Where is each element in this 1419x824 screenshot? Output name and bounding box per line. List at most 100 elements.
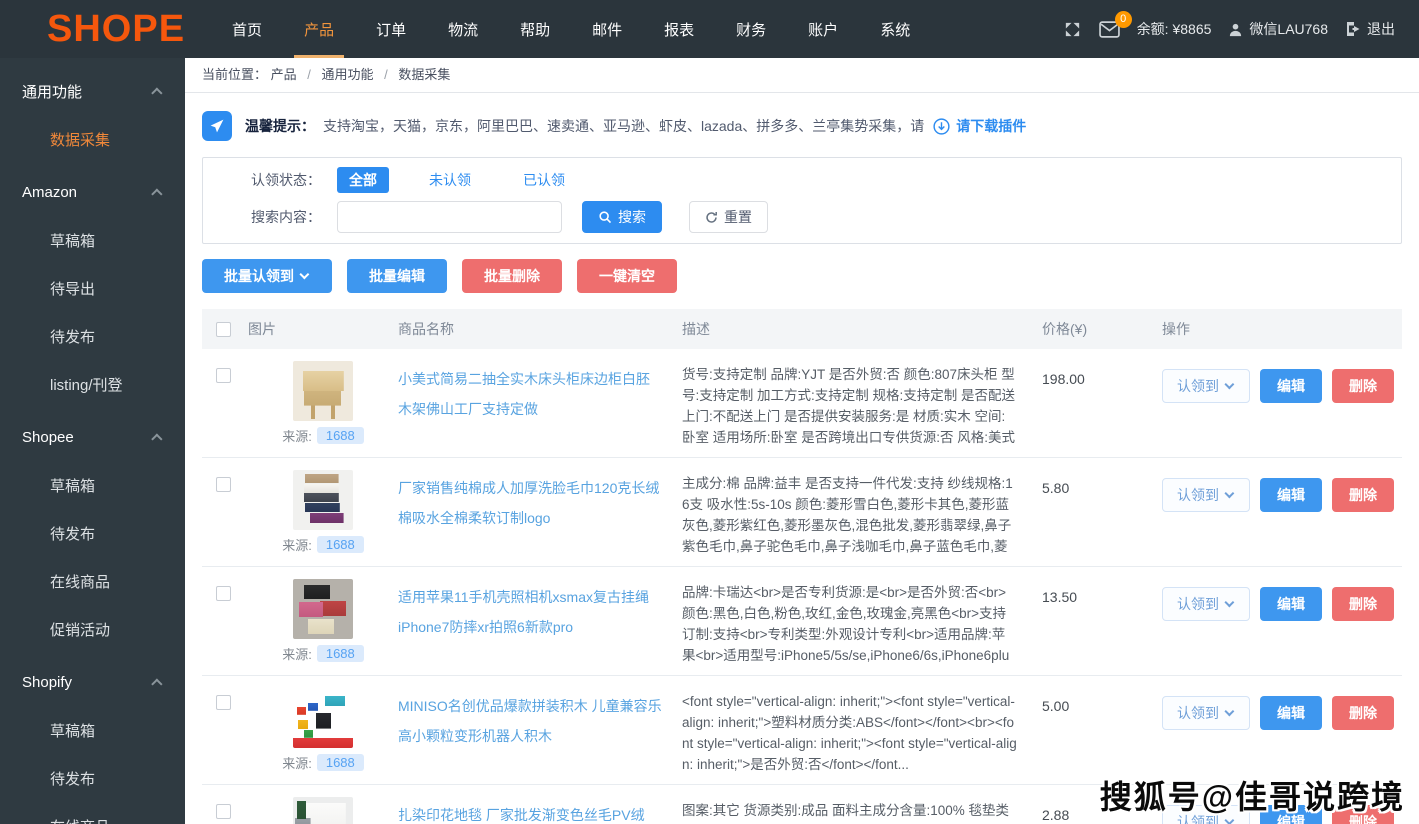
delete-button[interactable]: 删除 [1332,478,1394,512]
nav-item[interactable]: 邮件 [571,0,643,58]
logout-button[interactable]: 退出 [1345,19,1395,39]
sidebar-item[interactable]: 草稿箱 [0,706,185,754]
breadcrumb-part[interactable]: 产品 [271,67,297,82]
source-badge: 1688 [317,754,364,771]
fullscreen-icon[interactable] [1063,20,1082,39]
download-icon [933,118,950,135]
sidebar-item[interactable]: Shopify [0,658,185,706]
nav-item[interactable]: 帮助 [499,0,571,58]
product-price: 5.80 [1042,470,1162,496]
user-menu[interactable]: 微信LAU768 [1228,19,1328,39]
mail-icon[interactable]: 0 [1099,21,1120,38]
sidebar-item[interactable]: 待发布 [0,509,185,557]
claim-to-button[interactable]: 认领到 [1162,369,1250,403]
edit-button[interactable]: 编辑 [1260,478,1322,512]
product-name-link[interactable]: MINISO名创优品爆款拼装积木 儿童兼容乐高小颗粒变形机器人积木 [398,688,662,751]
breadcrumb: 当前位置： 产品 / 通用功能 / 数据采集 [185,58,1419,93]
edit-button[interactable]: 编辑 [1260,369,1322,403]
filter-panel: 认领状态： 全部 未认领 已认领 搜索内容： 搜索 重置 [202,157,1402,244]
product-name-link[interactable]: 小美式简易二抽全实木床头柜床边柜白胚木架佛山工厂支持定做 [398,361,662,424]
sidebar-item[interactable]: 数据采集 [0,115,185,163]
sidebar-item[interactable]: 在线商品 [0,557,185,605]
claim-status-label: 认领状态： [203,170,321,190]
sidebar-item[interactable]: Amazon [0,168,185,216]
nav-item[interactable]: 系统 [859,0,931,58]
sidebar-item[interactable]: 草稿箱 [0,461,185,509]
nav-item[interactable]: 账户 [787,0,859,58]
product-description: 图案:其它 货源类别:成品 面料主成分含量:100% 毯垫类别:地毯 颜色:扎染… [682,797,1042,824]
source-badge: 1688 [317,645,364,662]
sidebar-item[interactable]: 待发布 [0,312,185,360]
row-checkbox[interactable] [216,368,231,383]
breadcrumb-part[interactable]: 通用功能 [322,67,374,82]
claim-to-button[interactable]: 认领到 [1162,478,1250,512]
sidebar-item[interactable]: Shopee [0,413,185,461]
col-header-desc: 描述 [682,319,1042,339]
row-checkbox[interactable] [216,586,231,601]
table-body: 来源: 1688 小美式简易二抽全实木床头柜床边柜白胚木架佛山工厂支持定做 货号… [202,349,1402,824]
sidebar-item[interactable]: listing/刊登 [0,360,185,408]
nav-item[interactable]: 首页 [211,0,283,58]
sidebar-item[interactable]: 待发布 [0,754,185,802]
sidebar-item[interactable]: 待导出 [0,264,185,312]
edit-button[interactable]: 编辑 [1260,587,1322,621]
bulk-action-button[interactable]: 批量编辑 [347,259,447,293]
sidebar-item[interactable]: 草稿箱 [0,216,185,264]
delete-button[interactable]: 删除 [1332,369,1394,403]
product-image[interactable] [293,797,353,824]
claim-to-button[interactable]: 认领到 [1162,696,1250,730]
claim-status-option[interactable]: 已认领 [511,167,577,193]
watermark: 搜狐号@佳哥说跨境 [1100,772,1405,818]
table-header: 图片 商品名称 描述 价格(¥) 操作 [202,309,1402,349]
claim-status-options: 全部 未认领 已认领 [337,167,577,193]
search-input[interactable] [337,201,562,233]
breadcrumb-part[interactable]: 数据采集 [398,67,450,82]
row-checkbox[interactable] [216,695,231,710]
product-description: 品牌:卡瑞达<br>是否专利货源:是<br>是否外贸:否<br>颜色:黑色,白色… [682,579,1042,665]
product-description: 主成分:棉 品牌:益丰 是否支持一件代发:支持 纱线规格:16支 吸水性:5s-… [682,470,1042,556]
select-all-checkbox[interactable] [216,322,231,337]
table-row: 来源: 1688 小美式简易二抽全实木床头柜床边柜白胚木架佛山工厂支持定做 货号… [202,349,1402,458]
chevron-up-icon [151,678,162,689]
search-icon [598,210,612,224]
product-image[interactable] [293,688,353,748]
row-checkbox[interactable] [216,804,231,819]
nav-item[interactable]: 报表 [643,0,715,58]
product-image[interactable] [293,579,353,639]
claim-to-button[interactable]: 认领到 [1162,587,1250,621]
bulk-actions: 批量认领到 批量编辑 批量删除 一键清空 [185,244,1419,309]
product-name-link[interactable]: 适用苹果11手机壳照相机xsmax复古挂绳iPhone7防摔xr拍照6新款pro [398,579,662,642]
logout-icon [1345,21,1361,37]
sidebar: 通用功能 数据采集 Amazon 草稿箱 待导出 待发布 listing/刊登 [0,58,185,824]
source-line: 来源: 1688 [282,535,364,554]
chevron-down-icon [1224,379,1234,389]
sidebar-item[interactable]: 通用功能 [0,67,185,115]
search-button[interactable]: 搜索 [582,201,662,233]
sidebar-item[interactable]: 在线商品 [0,802,185,824]
nav-item[interactable]: 物流 [427,0,499,58]
product-name-link[interactable]: 扎染印花地毯 厂家批发渐变色丝毛PV绒 客厅书房床边卧室地毯地垫 [398,797,662,824]
product-image[interactable] [293,361,353,421]
tip-banner: 温馨提示： 支持淘宝，天猫，京东，阿里巴巴、速卖通、亚马逊、虾皮、lazada、… [185,93,1419,157]
nav-item[interactable]: 财务 [715,0,787,58]
row-checkbox[interactable] [216,477,231,492]
table-row: 来源: 1688 厂家销售纯棉成人加厚洗脸毛巾120克长绒棉吸水全棉柔软订制lo… [202,458,1402,567]
app-logo[interactable]: SHOPE [0,0,211,58]
sidebar-item[interactable]: 促销活动 [0,605,185,653]
main-content: 当前位置： 产品 / 通用功能 / 数据采集 温馨提示： 支持淘宝，天猫，京东，… [185,58,1419,824]
edit-button[interactable]: 编辑 [1260,696,1322,730]
reset-button[interactable]: 重置 [689,201,768,233]
delete-button[interactable]: 删除 [1332,696,1394,730]
claim-status-option[interactable]: 未认领 [417,167,483,193]
product-image[interactable] [293,470,353,530]
bulk-action-button[interactable]: 批量删除 [462,259,562,293]
bulk-action-button[interactable]: 批量认领到 [202,259,332,293]
nav-item[interactable]: 订单 [355,0,427,58]
claim-status-option[interactable]: 全部 [337,167,389,193]
download-plugin-link[interactable]: 请下载插件 [956,116,1026,136]
chevron-up-icon [151,188,162,199]
delete-button[interactable]: 删除 [1332,587,1394,621]
product-name-link[interactable]: 厂家销售纯棉成人加厚洗脸毛巾120克长绒棉吸水全棉柔软订制logo [398,470,662,533]
nav-item[interactable]: 产品 [283,0,355,58]
bulk-action-button[interactable]: 一键清空 [577,259,677,293]
